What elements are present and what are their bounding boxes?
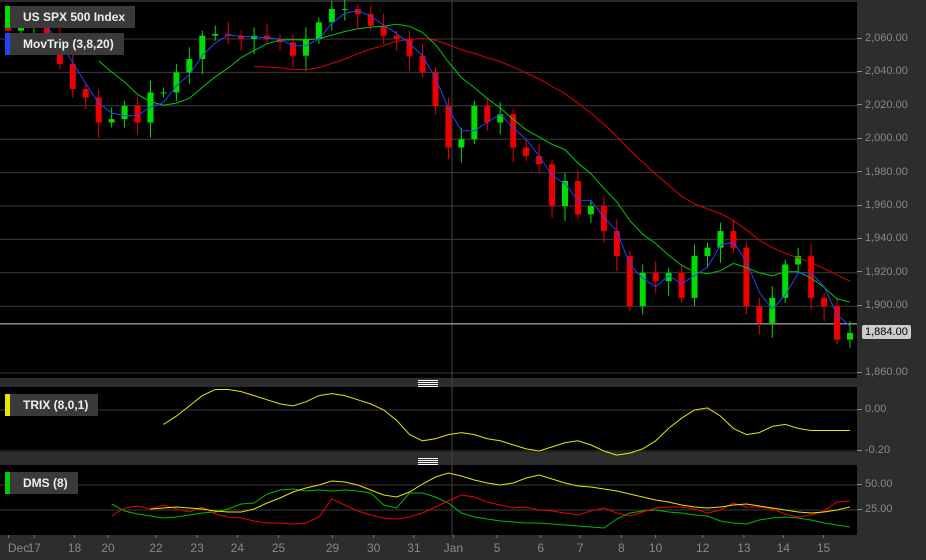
date-axis-label: 8 [617,541,625,555]
date-axis-label: 24 [230,541,245,555]
ma8-line [98,23,851,303]
candle-down [380,25,387,36]
price-axis-label: 1,940.00 [857,232,908,244]
date-axis-label: 15 [816,541,831,555]
date-axis-label: 12 [696,541,710,555]
price-axis-label: 2,000.00 [857,132,908,144]
candle-down [678,272,685,298]
candle-up [471,105,478,140]
current-price-tag: 1,884.00 [862,325,911,339]
date-axis-label: 6 [537,541,545,555]
date-axis-label: 30 [366,541,381,555]
candle-down [821,297,828,307]
price-axis-label: 2,040.00 [857,65,908,77]
candle-up [704,247,711,257]
candle-up [587,206,594,215]
legend-dms[interactable]: DMS (8) [5,472,78,494]
candle-down [536,155,543,165]
date-axis-label: 20 [101,541,115,555]
date-axis-label: Jan [443,541,464,555]
candle-down [484,105,491,123]
candle-up [341,8,348,10]
trix-axis-label: 0.00 [857,403,886,415]
candle-up [562,180,569,206]
price-axis-label: 1,860.00 [857,366,908,378]
dms-di-line [111,488,851,529]
candle-down [600,206,607,232]
candle-down [82,89,89,98]
date-axis-label: 5 [493,541,501,555]
ma3-line [33,10,851,327]
candle-down [756,306,763,323]
candle-up [160,92,167,94]
price-axis-label: 1,920.00 [857,266,908,278]
candle-up [458,139,465,148]
chart-canvas [0,0,857,538]
candle-up [121,105,128,120]
candle-down [652,272,659,282]
date-axis-label: 7 [576,541,584,555]
candle-down [549,164,556,206]
candle-up [328,8,335,23]
candle-up [302,39,309,56]
trix-line [163,389,850,456]
legend-movtrip[interactable]: MovTrip (3,8,20) [5,33,124,55]
candle-down [393,35,400,39]
date-axis-label: 29 [325,541,340,555]
date-axis-label: 14 [776,541,790,555]
candle-up [847,332,853,340]
candle-up [212,33,219,36]
candle-down [523,147,530,156]
date-axis-label: 10 [648,541,663,555]
price-axis-label: 2,060.00 [857,32,908,44]
date-axis-label: 23 [190,541,204,555]
date-axis-label: 25 [271,541,286,555]
trix-axis-label: -0.20 [857,444,890,456]
date-axis-label: 18 [67,541,82,555]
candle-down [419,55,426,73]
candle-up [782,264,789,298]
candle-down [69,64,76,90]
legend-symbol[interactable]: US SPX 500 Index [5,6,136,28]
dms-axis-label: 50.00 [857,478,893,490]
legend-trix[interactable]: TRIX (8,0,1) [5,394,99,416]
price-axis-label: 1,980.00 [857,166,908,178]
date-axis-label: 31 [407,541,421,555]
candle-down [743,247,750,307]
candle-up [108,119,115,123]
candle-up [186,59,193,73]
price-axis-label: 2,020.00 [857,99,908,111]
price-axis-label: 1,960.00 [857,199,908,211]
candle-up [769,297,776,323]
candle-up [173,72,180,93]
date-axis-label: 13 [737,541,751,555]
price-axis-label: 1,900.00 [857,299,908,311]
candle-down [95,97,102,123]
date-axis-label: 17 [27,541,41,555]
date-axis-label: Dec [7,541,30,555]
dms-axis-label: 25.00 [857,503,893,515]
candle-down [613,231,620,257]
date-axis-label: 22 [149,541,163,555]
